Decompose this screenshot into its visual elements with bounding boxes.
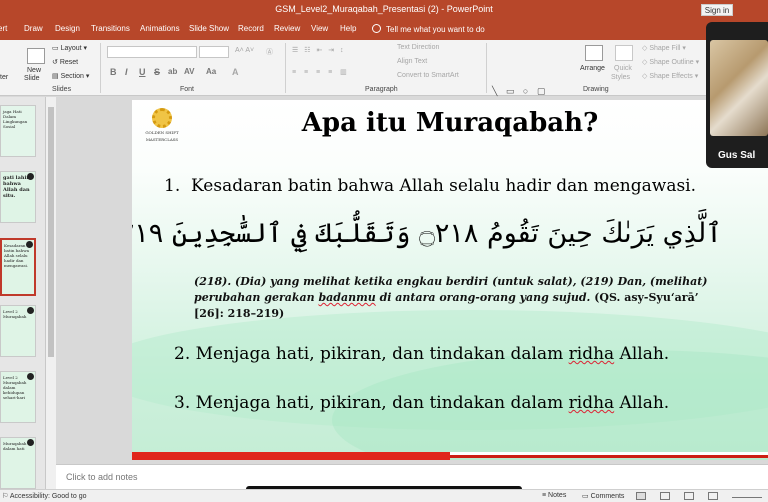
arrange-button[interactable]: Arrange <box>580 65 605 72</box>
change-case-button[interactable]: Aa <box>206 67 216 76</box>
slide-title[interactable]: Apa itu Muraqabah? <box>132 108 768 138</box>
separator <box>486 43 487 93</box>
slide-thumbnail[interactable]: jaga Hati Dalam Lingkungan Sosial <box>0 105 36 157</box>
sign-in-button[interactable]: Sign in <box>701 4 733 16</box>
slide-thumbnail[interactable]: gati lahir bahwa Allah dan situ. <box>0 171 36 223</box>
align-text-button[interactable]: Align Text <box>397 58 427 65</box>
notes-button[interactable]: ≡ Notes <box>542 492 566 499</box>
tab-transitions[interactable]: Transitions <box>91 24 130 33</box>
slide-thumbnail-selected[interactable]: Kesadaran batin bahwa Allah selalu hadir… <box>0 238 36 296</box>
tab-animations[interactable]: Animations <box>140 24 180 33</box>
new-slide-label-2[interactable]: Slide <box>24 75 40 82</box>
drawing-group-label: Drawing <box>583 86 609 93</box>
window-title: GSM_Level2_Muraqabah_Presentasi (2) - Po… <box>275 4 493 14</box>
meeting-dot[interactable] <box>352 471 364 483</box>
font-size-input[interactable] <box>199 46 229 58</box>
reset-button[interactable]: ↺ Reset <box>52 58 78 66</box>
status-bar: ⚐ Accessibility: Good to go ≡ Notes ▭ Co… <box>0 489 768 502</box>
title-bar: GSM_Level2_Muraqabah_Presentasi (2) - Po… <box>0 0 768 20</box>
arrange-icon[interactable] <box>585 45 603 61</box>
slide-thumbnail[interactable]: Level 2 Muraqabah dalam kehidupan sehari… <box>0 371 36 423</box>
meeting-dot[interactable] <box>404 471 416 483</box>
paragraph-group-label: Paragraph <box>365 86 398 93</box>
slide-thumbnail[interactable]: Level 2 Muraqabah <box>0 305 36 357</box>
verse-translation[interactable]: (218). (Dia) yang melihat ketika engkau … <box>194 274 724 322</box>
meeting-dot[interactable] <box>378 471 390 483</box>
font-group-label: Font <box>180 86 195 93</box>
reading-view-icon[interactable] <box>684 492 694 500</box>
point-3[interactable]: 3. Menjaga hati, pikiran, dan tindakan d… <box>174 393 669 413</box>
separator <box>100 43 101 93</box>
clear-format-icon[interactable]: Ⓐ <box>266 47 273 57</box>
text-direction-button[interactable]: Text Direction <box>397 44 439 51</box>
arabic-verse[interactable]: ٱلَّذِي يَرَىٰكَ حِينَ تَقُومُ ۝٢١٨ وَتَ… <box>132 218 722 264</box>
powerpoint-window: GSM_Level2_Muraqabah_Presentasi (2) - Po… <box>0 0 768 502</box>
notes-placeholder[interactable]: Click to add notes <box>66 472 138 482</box>
new-slide-icon[interactable] <box>27 48 45 64</box>
italic-button[interactable]: I <box>125 67 128 77</box>
char-spacing-button[interactable]: AV <box>184 67 195 76</box>
tab-review[interactable]: Review <box>274 24 300 33</box>
normal-view-icon[interactable] <box>636 492 646 500</box>
quick-styles-button[interactable]: Quick <box>614 65 632 72</box>
slideshow-view-icon[interactable] <box>708 492 718 500</box>
tab-help[interactable]: Help <box>340 24 356 33</box>
tab-record[interactable]: Record <box>238 24 264 33</box>
underline-button[interactable]: U <box>139 67 146 77</box>
tab-draw[interactable]: Draw <box>24 24 43 33</box>
slide-thumbnails-pane: jaga Hati Dalam Lingkungan Sosial gati l… <box>0 97 46 490</box>
quick-styles-button-2[interactable]: Styles <box>611 74 630 81</box>
tab-slide-show[interactable]: Slide Show <box>189 24 229 33</box>
tell-me-search[interactable]: Tell me what you want to do <box>372 24 485 34</box>
list-buttons-icon[interactable]: ☰ ☷ ⇤ ⇥ ↕ <box>292 46 346 54</box>
new-slide-label[interactable]: New <box>27 67 41 74</box>
align-buttons-icon[interactable]: ≡ ≡ ≡ ≡ ▥ <box>292 68 350 76</box>
reset-cut-label: ter <box>0 74 9 81</box>
tab-design[interactable]: Design <box>55 24 80 33</box>
font-name-input[interactable] <box>107 46 197 58</box>
video-call-tile[interactable]: Gus Sal <box>706 22 768 168</box>
slide-canvas[interactable]: GOLDEN SHIFT MASTERCLASS Apa itu Muraqab… <box>132 100 768 460</box>
slide-thumbnail[interactable]: Muraqabah dalam hati <box>0 437 36 489</box>
slide-sorter-icon[interactable] <box>660 492 670 500</box>
bold-button[interactable]: B <box>110 67 117 77</box>
tab-view[interactable]: View <box>311 24 328 33</box>
scrollbar-thumb[interactable] <box>48 107 54 357</box>
tab-insert[interactable]: ert <box>0 24 7 33</box>
ribbon: ter New Slide ▭ Layout ▾ ↺ Reset ▤ Secti… <box>0 40 768 144</box>
section-button[interactable]: ▤ Section ▾ <box>52 72 89 80</box>
font-grow-icon[interactable]: A˄ A˅ <box>235 47 254 54</box>
participant-name: Gus Sal <box>718 150 756 161</box>
strikethrough-button[interactable]: S <box>154 67 160 77</box>
shape-fill-button[interactable]: ◇ Shape Fill ▾ <box>642 44 686 52</box>
shape-effects-button[interactable]: ◇ Shape Effects ▾ <box>642 72 698 80</box>
thumbnails-scrollbar[interactable] <box>46 97 56 490</box>
shape-outline-button[interactable]: ◇ Shape Outline ▾ <box>642 58 699 66</box>
convert-smartart-button[interactable]: Convert to SmartArt <box>397 72 459 79</box>
shadow-button[interactable]: ab <box>168 67 177 76</box>
lightbulb-icon <box>372 24 381 33</box>
point-1[interactable]: 1. Kesadaran batin bahwa Allah selalu ha… <box>164 176 696 196</box>
font-color-icon[interactable]: A <box>232 67 239 77</box>
slides-group-label: Slides <box>52 86 72 93</box>
layout-button[interactable]: ▭ Layout ▾ <box>52 44 87 52</box>
quick-styles-icon[interactable] <box>615 45 633 61</box>
ribbon-tabs: ert Draw Design Transitions Animations S… <box>0 20 768 40</box>
tell-me-text: Tell me what you want to do <box>386 25 485 34</box>
separator <box>285 43 286 93</box>
slide-footer-bar <box>132 452 768 460</box>
zoom-slider[interactable] <box>732 497 762 498</box>
participant-video <box>710 40 768 136</box>
accessibility-status[interactable]: ⚐ Accessibility: Good to go <box>2 492 87 500</box>
point-2[interactable]: 2. Menjaga hati, pikiran, dan tindakan d… <box>174 344 669 364</box>
comments-button[interactable]: ▭ Comments <box>582 492 624 500</box>
